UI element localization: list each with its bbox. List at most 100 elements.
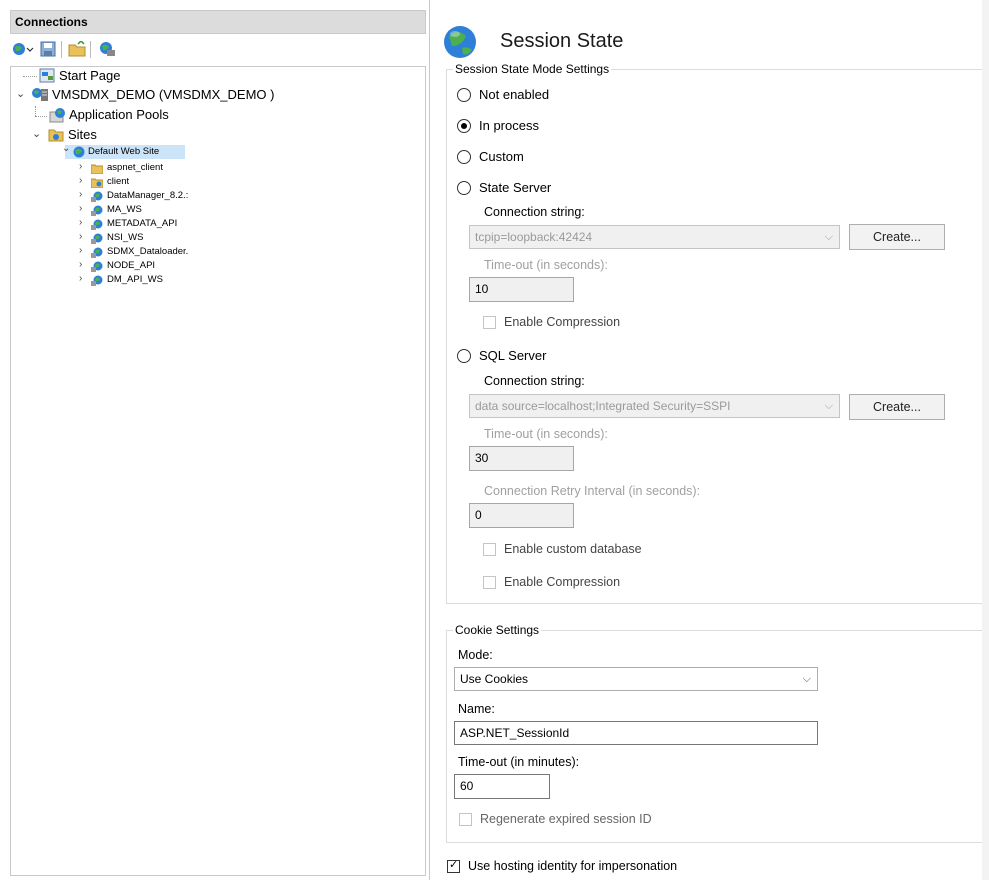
session-state-pane: Session State Session State Mode Setting… — [430, 0, 989, 880]
cookie-name-label: Name: — [458, 702, 495, 716]
tree-label: METADATA_API — [107, 218, 178, 229]
tree-label: Default Web Site — [88, 146, 160, 157]
tree-item-default-web-site[interactable]: ⌄ Default Web Site — [62, 143, 185, 161]
sql-conn-select[interactable]: data source=localhost;Integrated Securit… — [469, 394, 840, 418]
tree-item-sdmx-dataloader[interactable]: › SDMX_Dataloader. — [11, 245, 411, 261]
web-app-icon — [91, 218, 103, 233]
regenerate-session-label: Regenerate expired session ID — [480, 812, 652, 826]
radio-state-server-label[interactable]: State Server — [479, 180, 551, 195]
tree-item-datamanager[interactable]: › DataManager_8.2.: — [11, 189, 411, 205]
tree-label: MA_WS — [107, 204, 142, 215]
sql-timeout-label: Time-out (in seconds): — [484, 427, 608, 441]
tree-label: Application Pools — [69, 107, 169, 122]
hosting-identity-checkbox[interactable] — [447, 858, 460, 873]
chevron-right-icon[interactable]: › — [79, 175, 82, 186]
state-server-create-button[interactable]: Create... — [849, 224, 945, 250]
tree-item-application-pools[interactable]: Application Pools — [11, 106, 411, 124]
radio-custom-label[interactable]: Custom — [479, 149, 524, 164]
chevron-right-icon[interactable]: › — [79, 203, 82, 214]
chevron-right-icon[interactable]: › — [79, 273, 82, 284]
chevron-right-icon[interactable]: › — [79, 259, 82, 270]
sql-retry-input[interactable]: 0 — [469, 503, 574, 528]
app-pools-icon — [49, 107, 67, 126]
radio-not-enabled-label[interactable]: Not enabled — [479, 87, 549, 102]
server-icon — [31, 87, 49, 105]
folder-icon — [90, 177, 104, 191]
state-server-timeout-input[interactable]: 10 — [469, 277, 574, 302]
connect-globe-icon[interactable] — [12, 41, 34, 57]
tree-label: Sites — [68, 127, 97, 142]
chevron-right-icon[interactable]: › — [79, 161, 82, 172]
tree-label: client — [107, 176, 130, 187]
chevron-right-icon[interactable]: › — [79, 189, 82, 200]
tree-label: DM_API_WS — [107, 274, 163, 285]
tree-item-client[interactable]: › client — [11, 175, 411, 191]
connections-pane: Connections Start Page ⌄ VMSDMX_DEMO (VM… — [0, 0, 430, 880]
cookie-mode-select[interactable]: Use Cookies ⌵ — [454, 667, 818, 691]
tree-connector — [23, 76, 37, 77]
radio-sql-server-label[interactable]: SQL Server — [479, 348, 546, 363]
chevron-right-icon[interactable]: › — [79, 245, 82, 256]
radio-state-server[interactable] — [457, 181, 471, 195]
tree-item-dm-api-ws[interactable]: › DM_API_WS — [11, 273, 411, 289]
tree-item-metadata-api[interactable]: › METADATA_API — [11, 217, 411, 233]
sql-custom-db-checkbox[interactable] — [483, 543, 496, 556]
radio-custom[interactable] — [457, 150, 471, 164]
tree-label: aspnet_client — [107, 162, 163, 173]
tree-label: VMSDMX_DEMO (VMSDMX_DEMO ) — [52, 87, 275, 102]
web-app-icon — [91, 246, 103, 261]
cookie-mode-value: Use Cookies — [460, 672, 529, 686]
tree-item-nsi-ws[interactable]: › NSI_WS — [11, 231, 411, 247]
folder-icon — [90, 163, 104, 177]
cookie-timeout-input[interactable]: 60 — [454, 774, 550, 799]
radio-sql-server[interactable] — [457, 349, 471, 363]
globe-icon — [73, 146, 85, 161]
connect-server-icon[interactable] — [98, 41, 115, 57]
start-page-icon — [39, 68, 55, 86]
sql-create-button[interactable]: Create... — [849, 394, 945, 420]
chevron-down-icon: ⌵ — [824, 231, 833, 243]
sql-compression-checkbox[interactable] — [483, 576, 496, 589]
folder-up-icon[interactable] — [68, 39, 86, 57]
cookie-mode-label: Mode: — [458, 648, 493, 662]
state-server-compression-checkbox[interactable] — [483, 316, 496, 329]
sql-custom-db-label: Enable custom database — [504, 542, 642, 556]
cookie-name-input[interactable]: ASP.NET_SessionId — [454, 721, 818, 745]
web-app-icon — [91, 274, 103, 289]
state-server-conn-select[interactable]: tcpip=loopback:42424 ⌵ — [469, 225, 840, 249]
radio-in-process[interactable] — [457, 119, 471, 133]
tree-item-ma-ws[interactable]: › MA_WS — [11, 203, 411, 217]
tree-item-start-page[interactable]: Start Page — [11, 67, 411, 85]
radio-in-process-label[interactable]: In process — [479, 118, 539, 133]
tree-label: SDMX_Dataloader. — [107, 246, 189, 257]
chevron-down-icon[interactable]: ⌄ — [16, 87, 25, 100]
chevron-down-icon[interactable]: ⌄ — [32, 127, 41, 140]
tree-item-sites[interactable]: ⌄ Sites — [11, 126, 411, 144]
toolbar-divider — [61, 41, 62, 58]
connections-toolbar — [10, 36, 426, 66]
tree-item-aspnet-client[interactable]: › aspnet_client — [11, 161, 411, 177]
save-icon[interactable] — [40, 41, 56, 57]
scrollbar[interactable] — [982, 0, 989, 880]
sql-timeout-input[interactable]: 30 — [469, 446, 574, 471]
tree-label: Start Page — [59, 68, 121, 83]
web-app-icon — [91, 232, 103, 247]
page-title: Session State — [500, 30, 624, 52]
connections-header: Connections — [10, 10, 426, 34]
web-app-icon — [91, 260, 103, 275]
chevron-right-icon[interactable]: › — [79, 217, 82, 228]
state-server-conn-value: tcpip=loopback:42424 — [475, 230, 593, 244]
chevron-down-icon[interactable]: ⌄ — [62, 143, 70, 154]
radio-not-enabled[interactable] — [457, 88, 471, 102]
sql-conn-value: data source=localhost;Integrated Securit… — [475, 399, 731, 413]
tree-item-server[interactable]: ⌄ VMSDMX_DEMO (VMSDMX_DEMO ) — [11, 86, 411, 104]
chevron-right-icon[interactable]: › — [79, 231, 82, 242]
state-server-timeout-label: Time-out (in seconds): — [484, 258, 608, 272]
regenerate-session-checkbox[interactable] — [459, 813, 472, 826]
cookie-timeout-label: Time-out (in minutes): — [458, 755, 580, 769]
tree-item-node-api[interactable]: › NODE_API — [11, 259, 411, 275]
state-server-conn-label: Connection string: — [484, 205, 585, 219]
web-app-icon — [91, 190, 103, 205]
tree-connector — [35, 106, 36, 116]
sql-compression-label: Enable Compression — [504, 575, 621, 589]
